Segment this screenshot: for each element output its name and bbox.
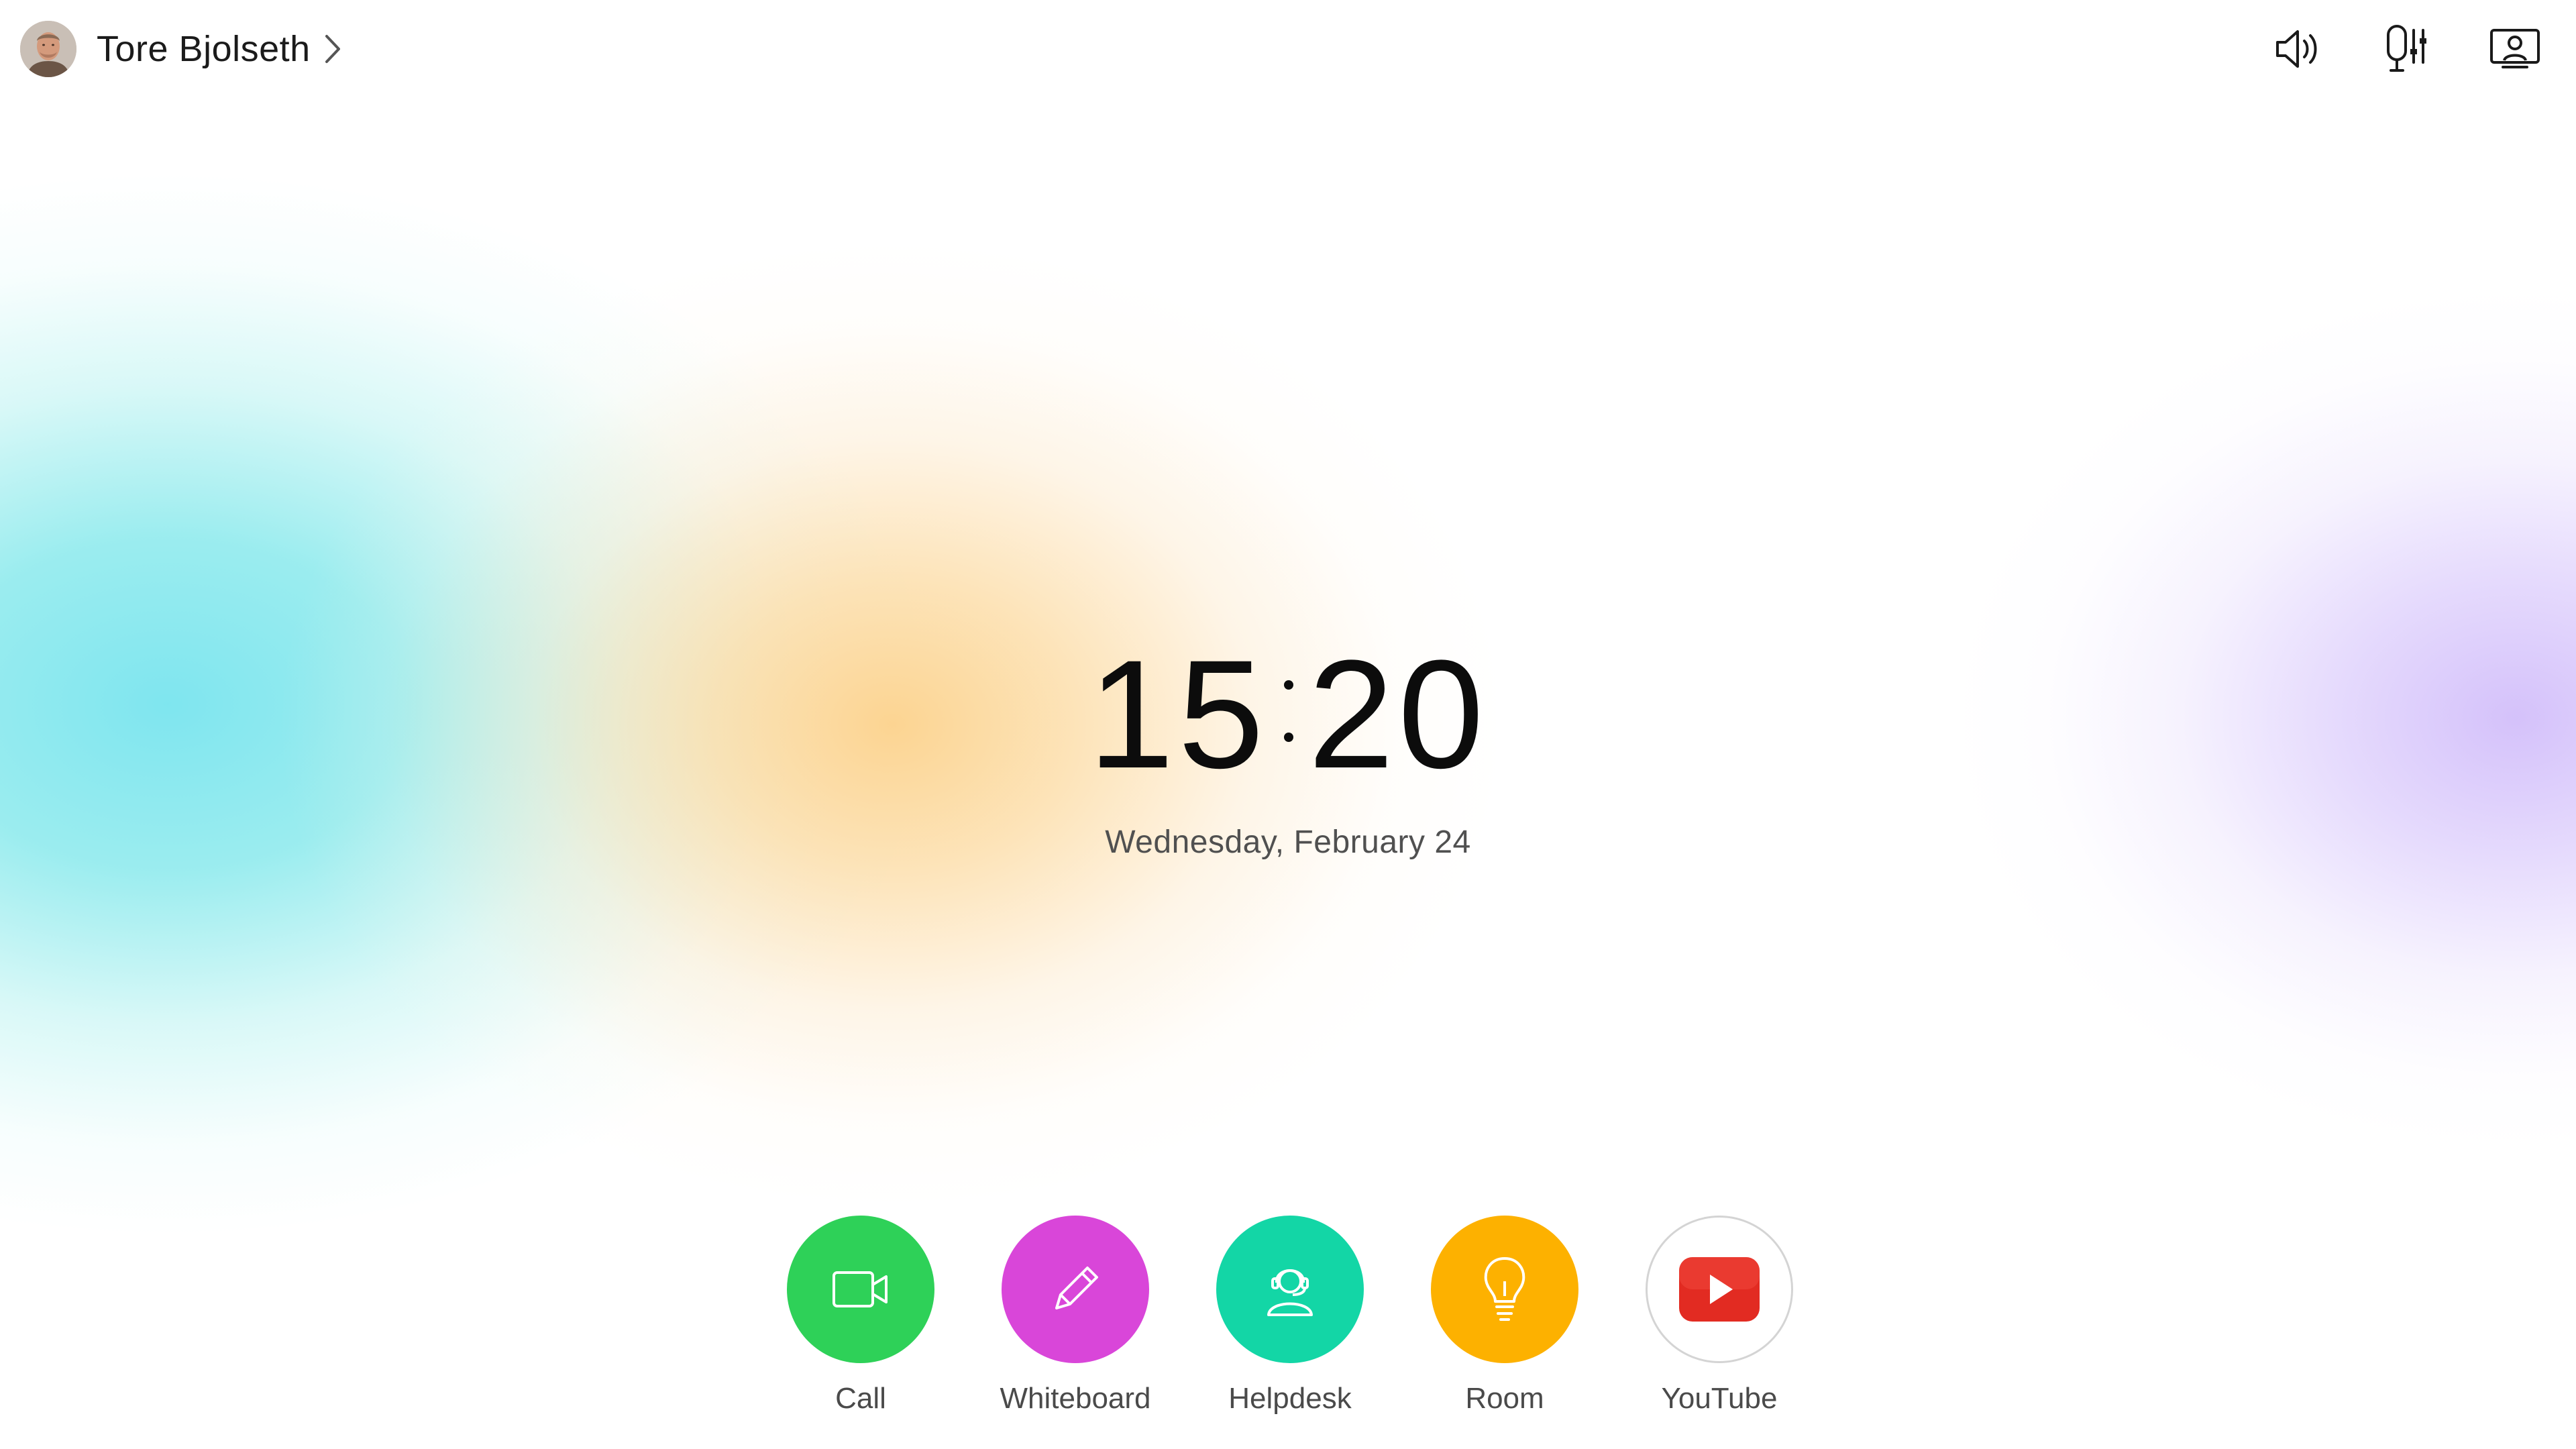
avatar [20,21,76,77]
microphone-settings-icon[interactable] [2380,23,2432,75]
app-dock: Call Whiteboard Helpdesk Room YouTube [4,1216,2576,1415]
clock-colon [1268,660,1308,767]
home-screen: Tore Bjolseth 15 20 Wednesday, February … [0,0,2576,1449]
self-view-icon[interactable] [2489,23,2541,75]
helpdesk-button[interactable]: Helpdesk [1216,1216,1364,1415]
whiteboard-label: Whiteboard [1000,1382,1151,1415]
call-label: Call [835,1382,886,1415]
youtube-button-circle[interactable] [1646,1216,1793,1363]
user-name: Tore Bjolseth [97,29,311,69]
youtube-play-icon [1679,1257,1760,1322]
room-button[interactable]: Room [1431,1216,1578,1415]
volume-icon[interactable] [2271,23,2324,75]
whiteboard-button-circle[interactable] [1002,1216,1149,1363]
clock: 15 20 [0,637,2576,792]
helpdesk-button-circle[interactable] [1216,1216,1364,1363]
top-controls [2271,23,2541,75]
lightbulb-icon [1484,1257,1525,1321]
headset-person-icon [1267,1269,1313,1316]
pencil-icon [1055,1267,1098,1309]
chevron-right-icon [323,32,343,66]
date-label: Wednesday, February 24 [1105,824,1471,860]
room-button-circle[interactable] [1431,1216,1578,1363]
user-profile-button[interactable]: Tore Bjolseth [20,20,343,78]
clock-minutes: 20 [1308,628,1488,800]
youtube-label: YouTube [1661,1382,1778,1415]
avatar-photo-icon [20,21,76,77]
whiteboard-button[interactable]: Whiteboard [1000,1216,1151,1415]
video-camera-icon [833,1271,888,1307]
youtube-button[interactable]: YouTube [1646,1216,1793,1415]
helpdesk-label: Helpdesk [1228,1382,1352,1415]
call-button[interactable]: Call [787,1216,934,1415]
call-button-circle[interactable] [787,1216,934,1363]
clock-hours: 15 [1088,628,1268,800]
room-label: Room [1465,1382,1544,1415]
